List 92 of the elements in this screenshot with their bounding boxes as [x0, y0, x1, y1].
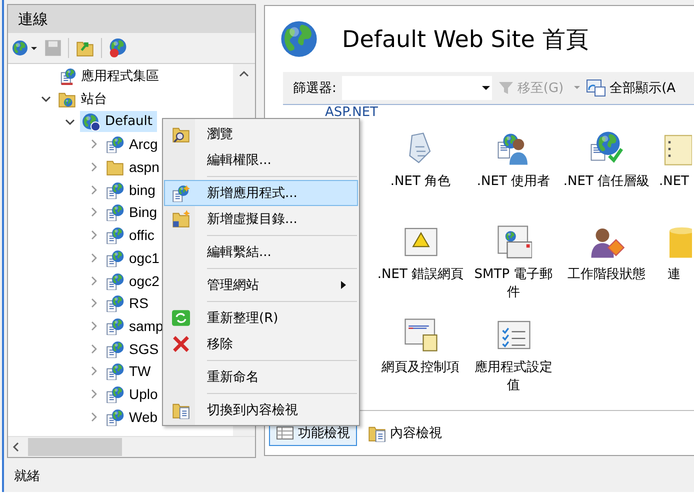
expand-chevron-icon[interactable] — [89, 252, 99, 263]
tree-item[interactable]: 站台 — [56, 88, 111, 110]
dropdown-icon[interactable] — [480, 84, 492, 92]
horizontal-scrollbar[interactable] — [8, 436, 255, 457]
application-icon — [106, 180, 124, 199]
tree-item[interactable]: SGS — [104, 338, 163, 360]
menu-item[interactable]: 新增虛擬目錄... — [164, 206, 358, 232]
expand-chevron-icon[interactable] — [89, 388, 99, 399]
feature-label[interactable]: SMTP 電子郵件 — [470, 266, 558, 302]
feature-label[interactable]: .NET 信任層級 — [562, 173, 650, 191]
tree-item[interactable]: Arcg — [104, 134, 162, 155]
application-icon — [106, 294, 124, 312]
panel-title: 連線 — [18, 10, 48, 28]
disconnect-globe-icon[interactable] — [108, 38, 128, 58]
collapse-chevron-icon[interactable] — [65, 116, 75, 127]
application-icon — [106, 362, 124, 380]
folder-document-icon — [172, 401, 190, 419]
feature-label[interactable]: 網頁及控制項 — [376, 359, 464, 377]
tree-item[interactable]: RS — [104, 292, 152, 314]
view-tab[interactable]: 內容檢視 — [361, 420, 449, 446]
expand-chevron-icon[interactable] — [89, 162, 99, 172]
folder-document-icon — [368, 424, 386, 442]
application-icon — [106, 226, 124, 244]
menu-item[interactable]: 新增應用程式... — [164, 180, 358, 206]
page-controls-icon[interactable] — [402, 317, 438, 353]
application-icon — [106, 340, 124, 358]
filter-label: 篩選器: — [293, 80, 336, 97]
expand-chevron-icon[interactable] — [89, 230, 99, 240]
expand-chevron-icon[interactable] — [89, 412, 99, 422]
connect-globe-icon[interactable] — [12, 39, 38, 57]
folder-add-icon — [172, 210, 190, 228]
group-header: ASP.NET — [324, 105, 379, 121]
scroll-up-icon[interactable] — [239, 70, 249, 78]
expand-chevron-icon[interactable] — [89, 184, 99, 195]
folder-globe-icon — [58, 90, 76, 108]
tree-item[interactable]: offic — [104, 224, 158, 246]
folder-icon — [106, 158, 124, 176]
close-icon — [172, 335, 190, 353]
collapse-chevron-icon[interactable] — [41, 94, 51, 104]
tree-item[interactable]: ogc1 — [104, 247, 164, 268]
page-title: Default Web Site 首頁 — [342, 26, 588, 54]
expand-chevron-icon[interactable] — [89, 320, 99, 331]
feature-label[interactable]: 應用程式設定值 — [470, 359, 558, 395]
app-pool-icon — [58, 67, 76, 86]
expand-chevron-icon[interactable] — [89, 344, 99, 354]
expand-chevron-icon[interactable] — [89, 139, 99, 150]
feature-label[interactable]: 連 — [653, 266, 694, 284]
expand-chevron-icon[interactable] — [89, 298, 99, 308]
globe-icon — [280, 20, 318, 58]
menu-item[interactable]: 切換到內容檢視 — [164, 397, 358, 423]
feature-label[interactable]: .NET — [653, 173, 694, 191]
feature-label[interactable]: .NET 角色 — [376, 173, 464, 191]
save-icon[interactable] — [44, 39, 62, 57]
tree-item[interactable]: aspn — [104, 156, 164, 178]
scroll-thumb[interactable] — [28, 438, 122, 456]
status-text: 就緒 — [14, 468, 40, 485]
expand-chevron-icon[interactable] — [89, 276, 99, 286]
refresh-icon — [172, 309, 190, 327]
menu-item[interactable]: 編輯權限... — [164, 147, 358, 173]
tree-item[interactable]: Bing — [104, 202, 162, 223]
feature-label[interactable]: 工作階段狀態 — [562, 266, 650, 284]
application-add-icon — [172, 184, 190, 202]
menu-item[interactable]: 編輯繫結... — [164, 239, 358, 265]
window-refresh-icon — [586, 79, 606, 97]
tree-item[interactable]: Web — [104, 406, 162, 428]
feature-label[interactable]: .NET 使用者 — [470, 173, 558, 191]
application-icon — [106, 135, 124, 154]
folder-arrow-icon[interactable] — [75, 39, 95, 57]
tree-item[interactable]: 應用程式集區 — [56, 66, 163, 87]
menu-item[interactable]: 瀏覽 — [164, 121, 358, 147]
tree-item[interactable]: Default — [80, 111, 156, 132]
application-icon — [106, 408, 124, 426]
globe-icon — [82, 112, 100, 131]
application-icon — [106, 316, 124, 335]
mail-window-icon[interactable] — [496, 224, 532, 260]
expand-chevron-icon[interactable] — [89, 366, 99, 376]
menu-item[interactable]: 重新命名 — [164, 364, 358, 390]
folder-search-icon — [172, 125, 190, 143]
tree-item[interactable]: TW — [104, 360, 155, 382]
show-all-button[interactable]: 全部顯示(A — [572, 79, 676, 97]
feature-label[interactable]: .NET 錯誤網頁 — [376, 266, 464, 284]
tree-item[interactable]: ogc2 — [104, 270, 164, 292]
application-icon — [106, 203, 124, 222]
funnel-icon — [498, 80, 514, 96]
application-icon — [106, 384, 124, 403]
application-icon — [106, 248, 124, 267]
tree-item[interactable]: bing — [104, 179, 160, 200]
menu-item[interactable]: 管理網站 — [164, 272, 358, 298]
filter-field[interactable] — [342, 76, 492, 100]
expand-chevron-icon[interactable] — [89, 207, 99, 218]
tree-item[interactable]: Uplo — [104, 383, 162, 404]
application-icon — [106, 272, 124, 290]
